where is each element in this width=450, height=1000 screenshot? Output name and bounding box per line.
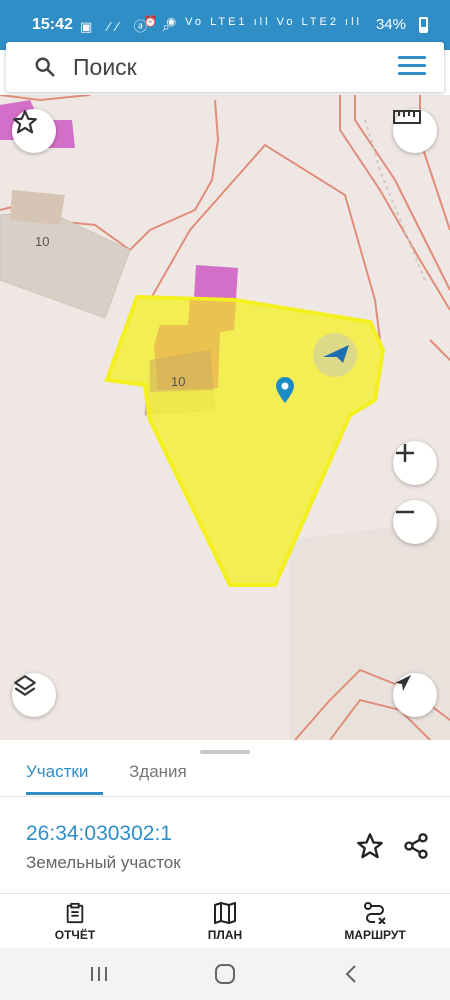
tab-indicator — [26, 792, 103, 795]
menu-icon[interactable] — [398, 56, 426, 78]
star-icon[interactable] — [356, 832, 384, 860]
search-input[interactable]: Поиск — [73, 54, 137, 81]
map-canvas[interactable] — [0, 95, 450, 740]
map-label-building-number: 10 — [35, 234, 50, 249]
search-icon[interactable] — [34, 56, 56, 78]
layers-icon — [14, 675, 36, 696]
report-button[interactable]: ОТЧЁТ — [49, 902, 101, 942]
zoom-out-icon — [396, 510, 414, 514]
ruler-icon — [393, 110, 421, 124]
search-bar[interactable]: Поиск — [6, 42, 444, 92]
plan-label: ПЛАН — [207, 928, 243, 942]
my-location-icon — [395, 675, 411, 691]
parcel-cadastral-number[interactable]: 26:34:030302:1 — [26, 822, 172, 846]
parcel-marker-icon[interactable] — [276, 377, 294, 403]
report-icon — [66, 902, 84, 924]
back-icon[interactable] — [343, 964, 359, 984]
route-label: МАРШРУТ — [344, 928, 406, 942]
star-icon — [13, 110, 37, 134]
my-location-button[interactable] — [393, 673, 437, 717]
system-nav-bar — [0, 948, 450, 1000]
panel-drag-handle[interactable] — [200, 750, 250, 754]
tab-buildings[interactable]: Здания — [129, 762, 187, 782]
zoom-in-icon — [396, 444, 414, 462]
map-label-building-number: 10 — [171, 374, 186, 389]
battery-level: 34% — [375, 16, 406, 33]
home-icon[interactable] — [214, 963, 236, 985]
status-time: 15:42 — [32, 16, 73, 33]
zoom-out-button[interactable] — [393, 500, 437, 544]
divider — [0, 796, 450, 797]
layers-button[interactable] — [12, 673, 56, 717]
status-signal-icons: ⏰ ◉ Vo LTE1 ıll Vo LTE2 ıll — [143, 16, 362, 28]
divider — [0, 893, 450, 894]
share-icon[interactable] — [402, 832, 430, 860]
report-label: ОТЧЁТ — [54, 928, 96, 942]
battery-icon — [419, 17, 428, 33]
tab-parcels[interactable]: Участки — [26, 762, 88, 782]
route-icon — [364, 902, 386, 924]
recent-apps-icon[interactable] — [89, 965, 109, 983]
map-icon — [214, 902, 236, 924]
route-button[interactable]: МАРШРУТ — [335, 902, 415, 942]
favorite-button[interactable] — [12, 109, 56, 153]
ruler-button[interactable] — [393, 109, 437, 153]
parcel-type: Земельный участок — [26, 853, 181, 872]
plan-button[interactable]: ПЛАН — [199, 902, 251, 942]
zoom-in-button[interactable] — [393, 441, 437, 485]
map-view[interactable]: 10 10 — [0, 95, 450, 740]
current-location-icon — [313, 333, 357, 377]
